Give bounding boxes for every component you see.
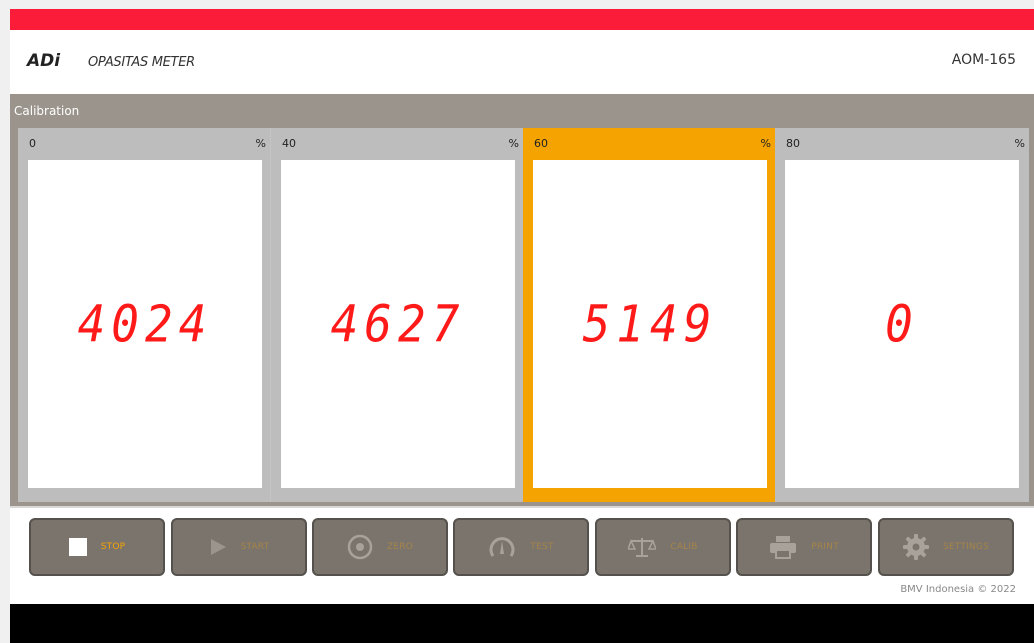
calibration-card-60[interactable]: 60 % 5149: [523, 128, 775, 502]
stop-icon: [68, 538, 87, 556]
settings-button[interactable]: SETTINGS: [878, 518, 1014, 576]
start-button[interactable]: START: [171, 518, 307, 576]
card-label: 60: [534, 137, 548, 150]
device-model: AOM-165: [951, 52, 1016, 68]
test-label: TEST: [530, 542, 554, 552]
card-display: 4627: [281, 160, 515, 488]
calibration-card-0[interactable]: 0 % 4024: [18, 128, 270, 502]
test-button[interactable]: TEST: [453, 518, 589, 576]
stop-button[interactable]: STOP: [29, 518, 165, 576]
calibration-cards: 0 % 4024 40 % 4627 60 % 5149 80 % 0: [18, 128, 1029, 502]
app-window: ADi OPASITAS METER AOM-165 Calibration 0…: [10, 9, 1034, 643]
card-label: 40: [282, 137, 296, 150]
card-value: 0: [885, 294, 919, 354]
top-accent-bar: [10, 9, 1034, 30]
copyright-note: BMV Indonesia © 2022: [900, 584, 1016, 595]
card-header: 80 %: [775, 128, 1029, 156]
play-icon: [209, 538, 227, 556]
app-subtitle: OPASITAS METER: [88, 55, 195, 70]
stop-label: STOP: [100, 542, 126, 552]
toolbar: STOP START ZERO TEST CALIB PRINT SETTING…: [10, 506, 1034, 595]
card-label: 80: [786, 137, 800, 150]
card-value: 4627: [330, 294, 466, 354]
header: ADi OPASITAS METER AOM-165: [10, 30, 1034, 94]
calibration-panel: Calibration 0 % 4024 40 % 4627 60 % 5149…: [10, 94, 1034, 506]
zero-button[interactable]: ZERO: [312, 518, 448, 576]
gear-icon: [903, 534, 930, 560]
printer-icon: [769, 535, 797, 559]
card-header: 40 %: [271, 128, 523, 156]
print-button[interactable]: PRINT: [736, 518, 872, 576]
calibration-card-40[interactable]: 40 % 4627: [271, 128, 523, 502]
card-display: 0: [785, 160, 1019, 488]
target-icon: [347, 534, 373, 560]
panel-title: Calibration: [14, 104, 80, 118]
calib-label: CALIB: [670, 542, 698, 552]
card-display: 5149: [533, 160, 767, 488]
calibration-card-80[interactable]: 80 % 0: [775, 128, 1029, 502]
gauge-icon: [488, 536, 516, 558]
card-unit: %: [760, 137, 771, 150]
card-value: 4024: [77, 294, 213, 354]
card-value: 5149: [582, 294, 718, 354]
card-unit: %: [1014, 137, 1025, 150]
scale-icon: [628, 536, 657, 558]
start-label: START: [240, 542, 270, 552]
bottom-bar: [10, 604, 1034, 643]
print-label: PRINT: [811, 542, 839, 552]
card-unit: %: [255, 137, 266, 150]
settings-label: SETTINGS: [943, 542, 989, 552]
card-header: 0 %: [18, 128, 270, 156]
brand-logo: ADi: [27, 51, 61, 71]
card-display: 4024: [28, 160, 262, 488]
calib-button[interactable]: CALIB: [595, 518, 731, 576]
zero-label: ZERO: [387, 542, 413, 552]
card-label: 0: [29, 137, 36, 150]
card-unit: %: [508, 137, 519, 150]
card-header: 60 %: [523, 128, 775, 156]
